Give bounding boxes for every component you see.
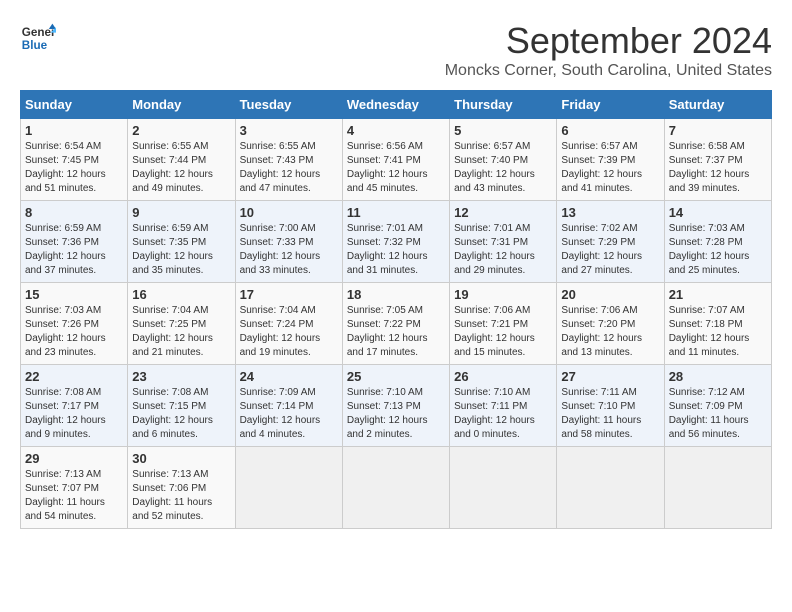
calendar-cell [450,447,557,529]
calendar-cell: 24Sunrise: 7:09 AMSunset: 7:14 PMDayligh… [235,365,342,447]
calendar-cell: 28Sunrise: 7:12 AMSunset: 7:09 PMDayligh… [664,365,771,447]
calendar-cell: 18Sunrise: 7:05 AMSunset: 7:22 PMDayligh… [342,283,449,365]
calendar-cell: 6Sunrise: 6:57 AMSunset: 7:39 PMDaylight… [557,119,664,201]
col-monday: Monday [128,91,235,119]
calendar-cell: 20Sunrise: 7:06 AMSunset: 7:20 PMDayligh… [557,283,664,365]
calendar-cell: 11Sunrise: 7:01 AMSunset: 7:32 PMDayligh… [342,201,449,283]
header: General Blue September 2024 Moncks Corne… [20,20,772,80]
calendar-cell: 8Sunrise: 6:59 AMSunset: 7:36 PMDaylight… [21,201,128,283]
calendar-cell: 5Sunrise: 6:57 AMSunset: 7:40 PMDaylight… [450,119,557,201]
calendar-cell: 19Sunrise: 7:06 AMSunset: 7:21 PMDayligh… [450,283,557,365]
calendar-cell: 22Sunrise: 7:08 AMSunset: 7:17 PMDayligh… [21,365,128,447]
col-wednesday: Wednesday [342,91,449,119]
col-saturday: Saturday [664,91,771,119]
calendar-cell: 10Sunrise: 7:00 AMSunset: 7:33 PMDayligh… [235,201,342,283]
calendar-cell: 4Sunrise: 6:56 AMSunset: 7:41 PMDaylight… [342,119,449,201]
header-row: Sunday Monday Tuesday Wednesday Thursday… [21,91,772,119]
calendar-cell [235,447,342,529]
calendar-cell: 30Sunrise: 7:13 AMSunset: 7:06 PMDayligh… [128,447,235,529]
location-title: Moncks Corner, South Carolina, United St… [445,62,772,80]
calendar-row: 15Sunrise: 7:03 AMSunset: 7:26 PMDayligh… [21,283,772,365]
col-friday: Friday [557,91,664,119]
calendar-cell: 29Sunrise: 7:13 AMSunset: 7:07 PMDayligh… [21,447,128,529]
calendar-cell: 14Sunrise: 7:03 AMSunset: 7:28 PMDayligh… [664,201,771,283]
calendar-row: 22Sunrise: 7:08 AMSunset: 7:17 PMDayligh… [21,365,772,447]
calendar-cell: 25Sunrise: 7:10 AMSunset: 7:13 PMDayligh… [342,365,449,447]
calendar-cell: 2Sunrise: 6:55 AMSunset: 7:44 PMDaylight… [128,119,235,201]
col-tuesday: Tuesday [235,91,342,119]
calendar-cell: 23Sunrise: 7:08 AMSunset: 7:15 PMDayligh… [128,365,235,447]
calendar-cell [342,447,449,529]
calendar-cell: 1Sunrise: 6:54 AMSunset: 7:45 PMDaylight… [21,119,128,201]
calendar-cell: 13Sunrise: 7:02 AMSunset: 7:29 PMDayligh… [557,201,664,283]
calendar-table: Sunday Monday Tuesday Wednesday Thursday… [20,90,772,529]
calendar-cell: 26Sunrise: 7:10 AMSunset: 7:11 PMDayligh… [450,365,557,447]
calendar-cell: 17Sunrise: 7:04 AMSunset: 7:24 PMDayligh… [235,283,342,365]
page-container: General Blue September 2024 Moncks Corne… [20,20,772,529]
calendar-cell: 21Sunrise: 7:07 AMSunset: 7:18 PMDayligh… [664,283,771,365]
calendar-cell: 3Sunrise: 6:55 AMSunset: 7:43 PMDaylight… [235,119,342,201]
calendar-cell: 7Sunrise: 6:58 AMSunset: 7:37 PMDaylight… [664,119,771,201]
calendar-row: 29Sunrise: 7:13 AMSunset: 7:07 PMDayligh… [21,447,772,529]
calendar-cell: 9Sunrise: 6:59 AMSunset: 7:35 PMDaylight… [128,201,235,283]
calendar-cell [557,447,664,529]
calendar-row: 8Sunrise: 6:59 AMSunset: 7:36 PMDaylight… [21,201,772,283]
month-title: September 2024 [445,20,772,62]
calendar-row: 1Sunrise: 6:54 AMSunset: 7:45 PMDaylight… [21,119,772,201]
logo-icon: General Blue [20,20,56,56]
svg-text:Blue: Blue [22,39,48,52]
calendar-cell [664,447,771,529]
title-section: September 2024 Moncks Corner, South Caro… [445,20,772,80]
col-thursday: Thursday [450,91,557,119]
logo: General Blue [20,20,56,56]
col-sunday: Sunday [21,91,128,119]
calendar-cell: 16Sunrise: 7:04 AMSunset: 7:25 PMDayligh… [128,283,235,365]
calendar-cell: 27Sunrise: 7:11 AMSunset: 7:10 PMDayligh… [557,365,664,447]
calendar-cell: 12Sunrise: 7:01 AMSunset: 7:31 PMDayligh… [450,201,557,283]
calendar-cell: 15Sunrise: 7:03 AMSunset: 7:26 PMDayligh… [21,283,128,365]
